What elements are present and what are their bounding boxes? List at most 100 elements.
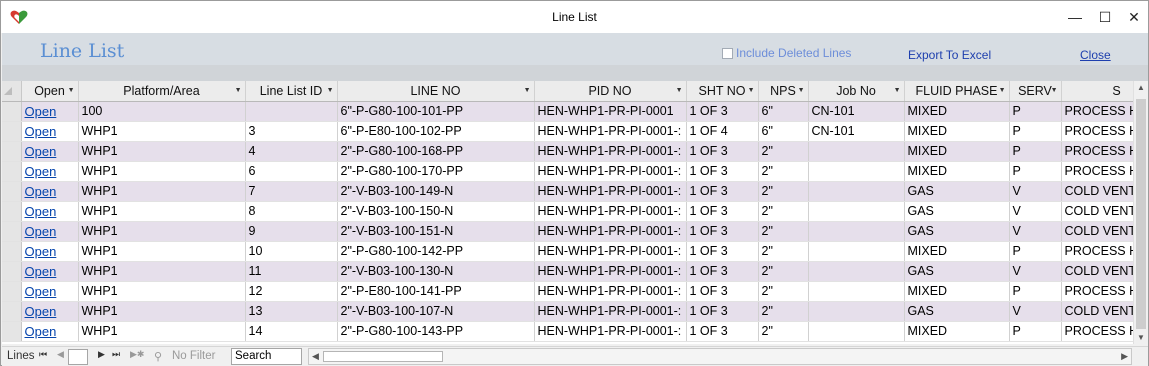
table-cell[interactable]: P xyxy=(1009,321,1062,342)
scroll-left-icon[interactable]: ◀ xyxy=(312,351,319,362)
table-row[interactable]: Open WHP1 12 2"-P-E80-100-141-PP HEN-WHP1-PR… xyxy=(2,281,1133,302)
table-cell[interactable]: PROCESS HY xyxy=(1061,241,1133,262)
table-cell[interactable]: HEN-WHP1-PR-PI-0001 xyxy=(534,101,687,122)
table-cell[interactable]: COLD VENT xyxy=(1061,261,1133,282)
table-cell[interactable]: HEN-WHP1-PR-PI-0001-: xyxy=(534,221,687,242)
table-cell[interactable]: 2" xyxy=(758,321,809,342)
table-cell[interactable]: MIXED xyxy=(904,161,1010,182)
column-header[interactable]: Open ▼ xyxy=(21,81,79,102)
table-cell[interactable]: HEN-WHP1-PR-PI-0001-: xyxy=(534,241,687,262)
table-cell[interactable]: 3 xyxy=(245,121,338,142)
include-deleted-checkbox[interactable] xyxy=(722,47,733,59)
maximize-button[interactable]: ☐ xyxy=(1090,1,1120,33)
row-selector[interactable] xyxy=(2,201,22,222)
table-cell[interactable]: CN-101 xyxy=(808,101,905,122)
table-cell[interactable]: 1 OF 3 xyxy=(686,141,759,162)
column-header[interactable]: SHT NO ▼ xyxy=(686,81,759,102)
table-cell[interactable]: V xyxy=(1009,301,1062,322)
row-selector[interactable] xyxy=(2,241,22,262)
current-record-input[interactable] xyxy=(68,349,88,365)
table-cell[interactable] xyxy=(808,141,905,162)
table-cell[interactable]: PROCESS HY xyxy=(1061,161,1133,182)
table-cell[interactable]: 1 OF 3 xyxy=(686,321,759,342)
table-cell[interactable]: 2"-P-E80-100-141-PP xyxy=(337,281,535,302)
table-cell[interactable]: 6"-P-E80-100-102-PP xyxy=(337,121,535,142)
table-cell[interactable]: P xyxy=(1009,281,1062,302)
table-cell[interactable]: 11 xyxy=(245,261,338,282)
sort-dropdown-icon[interactable]: ▼ xyxy=(676,87,683,94)
next-record-icon[interactable]: ▶ xyxy=(98,349,105,360)
column-header[interactable]: PID NO ▼ xyxy=(534,81,687,102)
table-cell[interactable]: HEN-WHP1-PR-PI-0001-: xyxy=(534,201,687,222)
table-cell[interactable]: MIXED xyxy=(904,241,1010,262)
new-record-icon[interactable]: ▶✱ xyxy=(130,349,144,360)
table-row[interactable]: Open WHP1 13 2"-V-B03-100-107-N HEN-WHP1-PR-… xyxy=(2,301,1133,322)
row-selector[interactable] xyxy=(2,321,22,342)
table-cell[interactable]: PROCESS HY xyxy=(1061,281,1133,302)
table-cell[interactable]: 2"-V-B03-100-107-N xyxy=(337,301,535,322)
table-cell[interactable] xyxy=(808,281,905,302)
table-cell[interactable]: WHP1 xyxy=(78,321,246,342)
column-header[interactable]: Line List ID ▼ xyxy=(245,81,338,102)
sort-dropdown-icon[interactable]: ▼ xyxy=(524,87,531,94)
minimize-button[interactable]: — xyxy=(1060,1,1090,33)
horizontal-scroll-thumb[interactable] xyxy=(323,351,443,362)
row-selector[interactable] xyxy=(2,181,22,202)
open-record-link[interactable]: Open xyxy=(21,281,79,302)
select-all-corner[interactable] xyxy=(2,81,22,102)
table-cell[interactable]: 2" xyxy=(758,201,809,222)
first-record-icon[interactable]: ⏮ xyxy=(39,349,47,360)
table-cell[interactable] xyxy=(808,321,905,342)
open-record-link[interactable]: Open xyxy=(21,161,79,182)
table-cell[interactable] xyxy=(808,161,905,182)
table-cell[interactable]: 9 xyxy=(245,221,338,242)
table-cell[interactable]: 100 xyxy=(78,101,246,122)
search-input[interactable]: Search xyxy=(231,348,302,365)
row-selector[interactable] xyxy=(2,261,22,282)
table-cell[interactable]: 2"-P-G80-100-170-PP xyxy=(337,161,535,182)
table-cell[interactable] xyxy=(808,221,905,242)
table-cell[interactable]: 1 OF 3 xyxy=(686,201,759,222)
table-cell[interactable] xyxy=(808,261,905,282)
scroll-right-icon[interactable]: ▶ xyxy=(1121,351,1128,362)
table-cell[interactable]: WHP1 xyxy=(78,181,246,202)
table-cell[interactable]: GAS xyxy=(904,181,1010,202)
row-selector[interactable] xyxy=(2,141,22,162)
table-cell[interactable]: 2" xyxy=(758,141,809,162)
table-cell[interactable]: MIXED xyxy=(904,101,1010,122)
previous-record-icon[interactable]: ◀ xyxy=(57,349,64,360)
table-cell[interactable]: 1 OF 3 xyxy=(686,301,759,322)
open-record-link[interactable]: Open xyxy=(21,201,79,222)
no-filter-button[interactable]: No Filter xyxy=(172,350,215,362)
table-cell[interactable]: MIXED xyxy=(904,321,1010,342)
table-cell[interactable]: 1 OF 3 xyxy=(686,241,759,262)
table-cell[interactable] xyxy=(808,181,905,202)
table-cell[interactable]: HEN-WHP1-PR-PI-0001-: xyxy=(534,121,687,142)
table-cell[interactable]: V xyxy=(1009,221,1062,242)
table-cell[interactable]: 2" xyxy=(758,241,809,262)
sort-dropdown-icon[interactable]: ▼ xyxy=(68,87,75,94)
open-record-link[interactable]: Open xyxy=(21,141,79,162)
table-cell[interactable]: 6" xyxy=(758,121,809,142)
table-cell[interactable]: HEN-WHP1-PR-PI-0001-: xyxy=(534,261,687,282)
horizontal-scrollbar[interactable]: ◀ ▶ xyxy=(308,348,1132,365)
table-cell[interactable]: 2"-P-G80-100-142-PP xyxy=(337,241,535,262)
column-header[interactable]: Platform/Area ▼ xyxy=(78,81,246,102)
table-row[interactable]: Open 100 6"-P-G80-100-101-PP HEN-WHP1-PR-PI… xyxy=(2,101,1133,122)
open-record-link[interactable]: Open xyxy=(21,261,79,282)
table-cell[interactable]: 12 xyxy=(245,281,338,302)
scroll-up-icon[interactable]: ▲ xyxy=(1137,83,1145,92)
sort-dropdown-icon[interactable]: ▼ xyxy=(235,87,242,94)
table-cell[interactable]: WHP1 xyxy=(78,241,246,262)
table-cell[interactable]: WHP1 xyxy=(78,301,246,322)
sort-dropdown-icon[interactable]: ▼ xyxy=(894,87,901,94)
table-cell[interactable]: 14 xyxy=(245,321,338,342)
vertical-scrollbar[interactable]: ▲ ▼ xyxy=(1133,81,1148,344)
table-cell[interactable]: WHP1 xyxy=(78,221,246,242)
table-cell[interactable]: COLD VENT xyxy=(1061,301,1133,322)
table-cell[interactable]: P xyxy=(1009,101,1062,122)
table-cell[interactable]: 2"-V-B03-100-130-N xyxy=(337,261,535,282)
table-cell[interactable]: 1 OF 3 xyxy=(686,181,759,202)
table-cell[interactable]: 1 OF 3 xyxy=(686,281,759,302)
open-record-link[interactable]: Open xyxy=(21,241,79,262)
